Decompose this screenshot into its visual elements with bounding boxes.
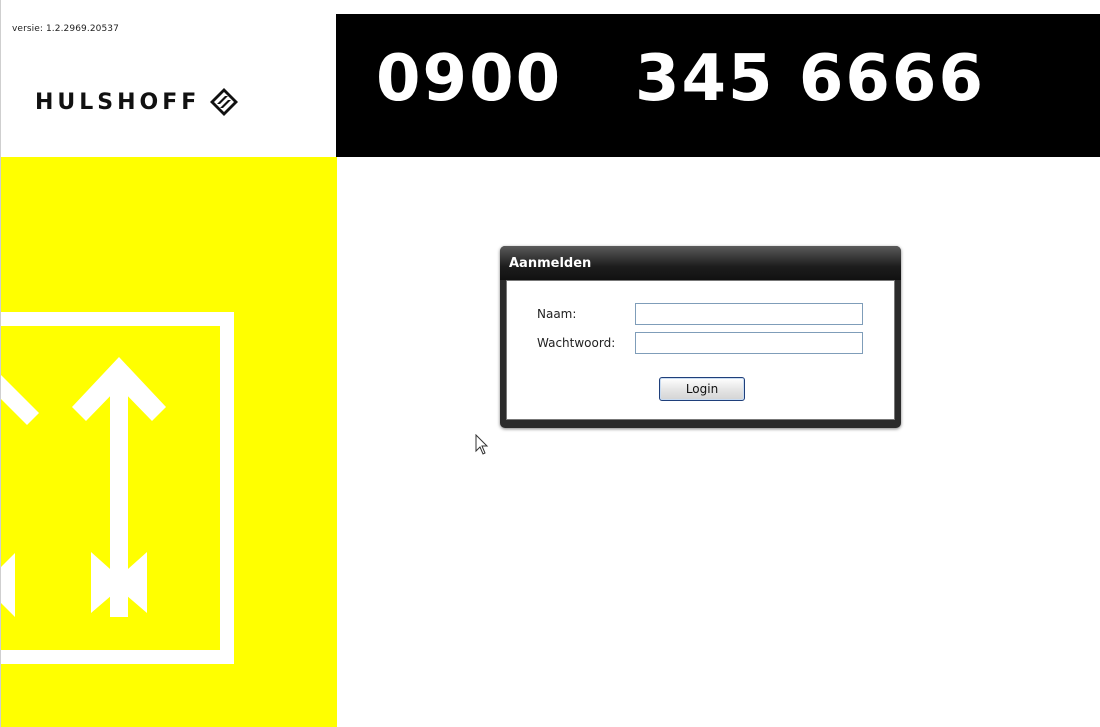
left-column: versie: 1.2.2969.20537 HULSHOFF bbox=[0, 0, 337, 727]
name-label: Naam: bbox=[537, 307, 577, 321]
login-dialog-header: Aanmelden bbox=[500, 246, 901, 280]
password-label: Wachtwoord: bbox=[537, 336, 616, 350]
name-input[interactable] bbox=[635, 303, 863, 325]
password-input[interactable] bbox=[635, 332, 863, 354]
yellow-panel bbox=[1, 157, 337, 727]
mouse-pointer-icon bbox=[475, 434, 489, 455]
brand-name: HULSHOFF bbox=[35, 89, 201, 115]
version-text: versie: 1.2.2969.20537 bbox=[12, 24, 119, 34]
login-dialog-body: Naam: Wachtwoord: Login bbox=[506, 280, 895, 420]
logo-area: versie: 1.2.2969.20537 HULSHOFF bbox=[1, 0, 337, 157]
phone-number: 0900 345 6666 bbox=[376, 42, 985, 116]
login-page: versie: 1.2.2969.20537 HULSHOFF 0900 345… bbox=[0, 0, 1100, 727]
login-dialog-title: Aanmelden bbox=[509, 256, 592, 271]
phone-banner: 0900 345 6666 bbox=[336, 14, 1100, 157]
login-dialog: Aanmelden Naam: Wachtwoord: Login bbox=[500, 246, 901, 428]
hulshoff-diamond-logo-icon bbox=[210, 88, 239, 116]
brand: HULSHOFF bbox=[35, 86, 240, 118]
login-button[interactable]: Login bbox=[659, 377, 745, 401]
arrow-decoration-icon bbox=[1, 312, 234, 664]
